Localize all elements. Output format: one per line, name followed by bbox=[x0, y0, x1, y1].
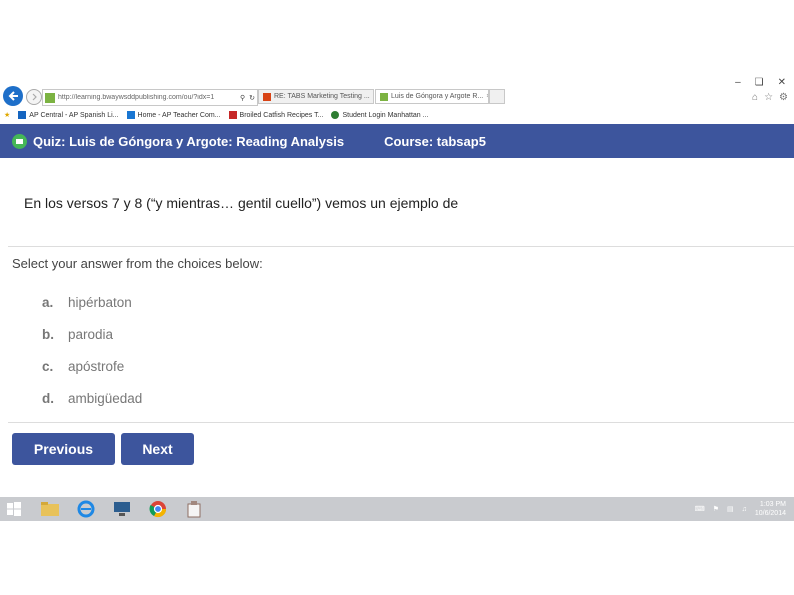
choice-text: parodia bbox=[68, 327, 114, 342]
bookmark-icon bbox=[228, 111, 237, 119]
new-tab-button[interactable] bbox=[489, 89, 505, 104]
choice-a[interactable]: a. hipérbaton bbox=[42, 295, 132, 310]
internet-explorer-icon bbox=[77, 500, 95, 518]
clock[interactable]: 1:03 PM 10/6/2014 bbox=[755, 500, 786, 518]
bookmark-icon bbox=[18, 111, 27, 119]
bookmark-icon bbox=[331, 111, 340, 119]
divider bbox=[8, 246, 794, 247]
tab-quiz[interactable]: Luis de Góngora y Argote R... × bbox=[375, 89, 489, 104]
taskbar: ⌨ ⚑ ▤ ♫ 1:03 PM 10/6/2014 bbox=[0, 497, 794, 521]
network-icon[interactable]: ▤ bbox=[727, 505, 734, 513]
windows-icon bbox=[7, 502, 21, 516]
choice-letter: b. bbox=[42, 327, 54, 342]
navigation-row: http://learning.bwaywsddpublishing.com/o… bbox=[0, 85, 794, 107]
address-url[interactable]: http://learning.bwaywsddpublishing.com/o… bbox=[58, 94, 238, 101]
bookmark-recipes[interactable]: Broiled Catfish Recipes T... bbox=[228, 111, 324, 119]
previous-button[interactable]: Previous bbox=[12, 433, 115, 465]
choice-c[interactable]: c. apóstrofe bbox=[42, 359, 124, 374]
choice-text: hipérbaton bbox=[68, 295, 132, 310]
favorites-bar: ★ AP Central - AP Spanish Li... Home - A… bbox=[0, 108, 794, 122]
tab-label: Luis de Góngora y Argote R... bbox=[391, 93, 484, 100]
chrome-icon bbox=[149, 501, 167, 518]
divider bbox=[8, 422, 794, 423]
choice-text: ambigüedad bbox=[68, 391, 143, 406]
site-favicon bbox=[380, 92, 388, 101]
forward-arrow-icon bbox=[32, 93, 37, 101]
forward-button[interactable] bbox=[26, 89, 42, 105]
clock-date: 10/6/2014 bbox=[754, 510, 786, 517]
keyboard-icon[interactable]: ⌨ bbox=[695, 505, 705, 513]
choice-b[interactable]: b. parodia bbox=[42, 327, 113, 342]
back-button[interactable] bbox=[3, 86, 23, 106]
choice-letter: d. bbox=[42, 391, 54, 406]
system-tray: ⌨ ⚑ ▤ ♫ 1:03 PM 10/6/2014 bbox=[695, 497, 786, 521]
gear-icon[interactable]: ⚙ bbox=[779, 92, 788, 103]
choice-letter: a. bbox=[42, 295, 54, 310]
volume-icon[interactable]: ♫ bbox=[742, 506, 747, 513]
tab-marketing[interactable]: RE: TABS Marketing Testing ... bbox=[258, 89, 374, 104]
mail-icon bbox=[263, 92, 271, 101]
next-button[interactable]: Next bbox=[121, 433, 194, 465]
clock-time: 1:03 PM bbox=[759, 501, 786, 508]
question-text: En los versos 7 y 8 (“y mientras… gentil… bbox=[24, 195, 459, 211]
tab-label: RE: TABS Marketing Testing ... bbox=[274, 93, 370, 100]
choice-letter: c. bbox=[42, 359, 54, 374]
refresh-icon[interactable]: ↻ bbox=[247, 94, 257, 102]
taskbar-computer[interactable] bbox=[108, 498, 136, 520]
toolbar-icons: ⌂ ☆ ⚙ bbox=[752, 92, 788, 103]
taskbar-ie[interactable] bbox=[72, 498, 100, 520]
bookmark-ap-central[interactable]: AP Central - AP Spanish Li... bbox=[18, 111, 119, 119]
bookmark-label: Home - AP Teacher Com... bbox=[137, 111, 221, 119]
start-button[interactable] bbox=[0, 498, 28, 520]
taskbar-explorer[interactable] bbox=[36, 498, 64, 520]
quiz-title: Quiz: Luis de Góngora y Argote: Reading … bbox=[33, 133, 345, 149]
star-icon[interactable]: ☆ bbox=[764, 92, 773, 103]
instruction-text: Select your answer from the choices belo… bbox=[12, 256, 263, 271]
back-arrow-icon bbox=[8, 91, 18, 101]
bookmark-label: AP Central - AP Spanish Li... bbox=[29, 111, 119, 119]
choice-text: apóstrofe bbox=[68, 359, 125, 374]
quiz-header: Quiz: Luis de Góngora y Argote: Reading … bbox=[0, 124, 794, 158]
computer-icon bbox=[114, 502, 130, 516]
choice-d[interactable]: d. ambigüedad bbox=[42, 391, 142, 406]
course-label: Course: tabsap5 bbox=[384, 133, 486, 149]
site-favicon bbox=[45, 92, 55, 103]
bookmark-label: Student Login Manhattan ... bbox=[342, 111, 429, 119]
taskbar-app[interactable] bbox=[180, 498, 208, 520]
taskbar-chrome[interactable] bbox=[144, 498, 172, 520]
quiz-icon bbox=[12, 133, 27, 149]
home-icon[interactable]: ⌂ bbox=[752, 92, 758, 103]
search-icon[interactable]: ⚲ bbox=[238, 94, 247, 102]
app-icon bbox=[187, 501, 201, 518]
address-bar[interactable]: http://learning.bwaywsddpublishing.com/o… bbox=[42, 89, 258, 106]
bookmark-ap-teacher[interactable]: Home - AP Teacher Com... bbox=[126, 111, 221, 119]
flag-icon[interactable]: ⚑ bbox=[713, 505, 719, 513]
favorites-star-icon: ★ bbox=[4, 112, 11, 119]
folder-icon bbox=[41, 502, 59, 516]
bookmark-icon bbox=[126, 111, 135, 119]
bookmark-label: Broiled Catfish Recipes T... bbox=[239, 111, 324, 119]
bookmark-student-login[interactable]: Student Login Manhattan ... bbox=[331, 111, 428, 119]
browser-window: – ❏ ✕ http://learning.bwaywsddpublishing… bbox=[0, 75, 794, 521]
